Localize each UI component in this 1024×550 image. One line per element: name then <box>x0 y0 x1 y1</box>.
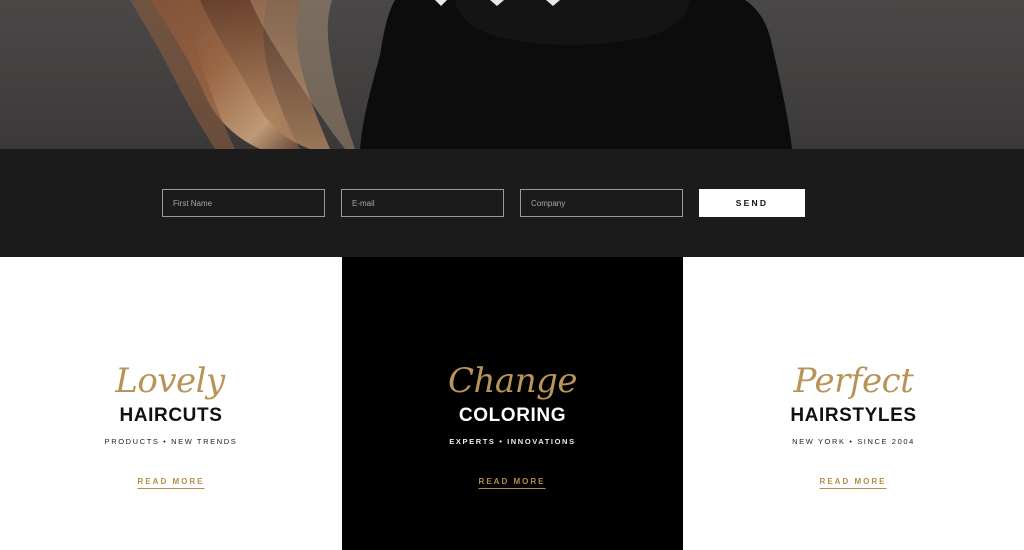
read-more-link[interactable]: READ MORE <box>819 477 887 489</box>
feature-script-title: Lovely <box>115 361 225 401</box>
email-field-wrapper <box>341 189 504 217</box>
feature-coloring: Change COLORING EXPERTS • INNOVATIONS RE… <box>342 257 683 550</box>
feature-title: HAIRSTYLES <box>790 405 917 426</box>
email-input[interactable] <box>342 190 503 216</box>
feature-hairstyles: Perfect HAIRSTYLES NEW YORK • SINCE 2004… <box>683 257 1024 550</box>
feature-script-title: Change <box>448 361 577 401</box>
feature-subtitle: NEW YORK • SINCE 2004 <box>792 437 915 446</box>
first-name-field-wrapper <box>162 189 325 217</box>
send-button[interactable]: SEND <box>699 189 805 217</box>
feature-subtitle: EXPERTS • INNOVATIONS <box>449 437 576 446</box>
feature-title: HAIRCUTS <box>119 405 223 426</box>
company-field-wrapper <box>520 189 683 217</box>
first-name-input[interactable] <box>163 190 324 216</box>
hero-banner <box>0 0 1024 149</box>
feature-haircuts: Lovely HAIRCUTS PRODUCTS • NEW TRENDS RE… <box>0 257 342 550</box>
feature-script-title: Perfect <box>793 361 914 401</box>
contact-form: SEND <box>0 149 1024 257</box>
company-input[interactable] <box>521 190 682 216</box>
hero-photo-icon <box>130 0 792 149</box>
read-more-link[interactable]: READ MORE <box>478 477 546 489</box>
feature-subtitle: PRODUCTS • NEW TRENDS <box>104 437 238 446</box>
read-more-link[interactable]: READ MORE <box>137 477 205 489</box>
feature-title: COLORING <box>458 405 567 426</box>
